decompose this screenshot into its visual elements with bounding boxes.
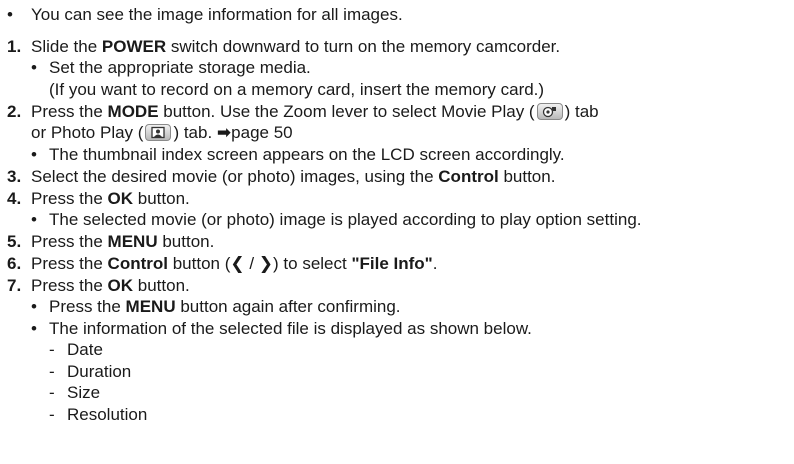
- bullet: •: [31, 297, 37, 316]
- intro-line: • You can see the image information for …: [7, 5, 403, 25]
- file-info-menu-label: "File Info": [351, 254, 433, 273]
- chevron-right-icon: ❯: [258, 254, 274, 273]
- step-text: ) tab: [564, 102, 599, 121]
- sub-text: Set the appropriate storage media.: [49, 58, 311, 77]
- dash: -: [49, 362, 55, 381]
- bullet: •: [31, 145, 37, 164]
- control-button-label: Control: [438, 167, 499, 186]
- step-text: Press the: [31, 232, 108, 251]
- step-text: button.: [157, 232, 215, 251]
- step-number: 2.: [7, 102, 22, 121]
- step-7-sub-1: • Press the MENU button again after conf…: [31, 297, 401, 317]
- sub-text: Press the: [49, 297, 126, 316]
- step-1-sub-1: • Set the appropriate storage media.: [31, 58, 311, 78]
- dash: -: [49, 405, 55, 424]
- bullet: •: [31, 210, 37, 229]
- sub-text: The information of the selected file is …: [49, 319, 532, 338]
- step-text: button. Use the Zoom lever to select Mov…: [158, 102, 535, 121]
- sub-text: The thumbnail index screen appears on th…: [49, 145, 565, 164]
- step-text: button.: [133, 189, 190, 208]
- dash: -: [49, 383, 55, 402]
- step-text: button.: [133, 276, 190, 295]
- step-number: 1.: [7, 37, 22, 56]
- step-3: 3. Select the desired movie (or photo) i…: [7, 167, 555, 187]
- bullet: •: [31, 58, 37, 77]
- step-number: 5.: [7, 232, 22, 251]
- step-number: 7.: [7, 276, 22, 295]
- bullet: •: [7, 5, 13, 24]
- info-item-label: Date: [67, 340, 103, 359]
- step-text: .: [432, 254, 438, 273]
- step-text: or Photo Play (: [31, 123, 144, 142]
- info-item: - Resolution: [49, 405, 147, 425]
- control-button-label: Control: [107, 254, 168, 273]
- step-text: switch downward to turn on the memory ca…: [166, 37, 561, 56]
- intro-text: You can see the image information for al…: [31, 5, 403, 24]
- step-number: 4.: [7, 189, 22, 208]
- mode-button-label: MODE: [107, 102, 159, 121]
- step-text: Select the desired movie (or photo) imag…: [31, 167, 439, 186]
- step-number: 3.: [7, 167, 22, 186]
- info-item: - Size: [49, 383, 100, 403]
- info-item: - Date: [49, 340, 103, 360]
- step-text: Press the: [31, 102, 108, 121]
- step-1-sub-2: (If you want to record on a memory card,…: [49, 80, 544, 100]
- step-text: button.: [498, 167, 556, 186]
- page-reference-arrow-icon: ➡: [216, 123, 232, 142]
- step-7: 7. Press the OK button.: [7, 276, 190, 296]
- step-text: Slide the: [31, 37, 102, 56]
- step-text: Press the: [31, 276, 108, 295]
- dash: -: [49, 340, 55, 359]
- step-number: 6.: [7, 254, 22, 273]
- menu-button-label: MENU: [107, 232, 158, 251]
- sub-text: The selected movie (or photo) image is p…: [49, 210, 642, 229]
- step-text: ) to select: [273, 254, 352, 273]
- step-1: 1. Slide the POWER switch downward to tu…: [7, 37, 560, 57]
- sub-text: button again after confirming.: [175, 297, 401, 316]
- info-item-label: Size: [67, 383, 101, 402]
- menu-button-label: MENU: [125, 297, 176, 316]
- step-2: 2. Press the MODE button. Use the Zoom l…: [7, 102, 599, 122]
- step-6: 6. Press the Control button (❮ / ❯) to s…: [7, 254, 437, 274]
- separator: /: [244, 254, 259, 273]
- info-item-label: Duration: [67, 362, 132, 381]
- power-switch-label: POWER: [101, 37, 167, 56]
- step-text: Press the: [31, 189, 108, 208]
- step-text: Press the: [31, 254, 108, 273]
- step-2-sub-1: • The thumbnail index screen appears on …: [31, 145, 565, 165]
- step-4-sub-1: • The selected movie (or photo) image is…: [31, 210, 642, 230]
- step-2-cont: or Photo Play ( ) tab. ➡page 50: [31, 123, 293, 143]
- movie-play-tab-icon: [536, 103, 563, 120]
- step-5: 5. Press the MENU button.: [7, 232, 214, 252]
- sub-text: (If you want to record on a memory card,…: [49, 80, 545, 99]
- photo-play-tab-icon: [145, 124, 172, 141]
- info-item: - Duration: [49, 362, 131, 382]
- bullet: •: [31, 319, 37, 338]
- ok-button-label: OK: [107, 276, 134, 295]
- ok-button-label: OK: [107, 189, 134, 208]
- info-item-label: Resolution: [67, 405, 148, 424]
- step-text: ) tab.: [173, 123, 217, 142]
- step-4: 4. Press the OK button.: [7, 189, 190, 209]
- step-text: button (: [167, 254, 231, 273]
- step-7-sub-2: • The information of the selected file i…: [31, 319, 532, 339]
- chevron-left-icon: ❮: [230, 254, 245, 273]
- page-reference: page 50: [231, 123, 293, 142]
